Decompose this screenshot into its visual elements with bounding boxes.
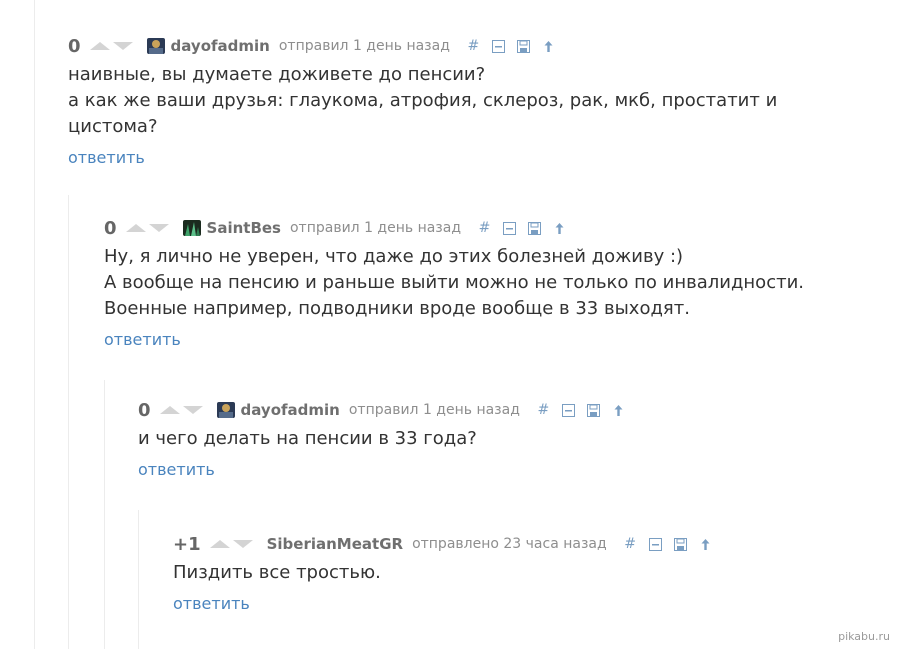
thread-line — [104, 380, 105, 649]
comment-actions: # — [536, 403, 626, 418]
save-icon[interactable] — [527, 221, 542, 236]
vote-down-icon[interactable] — [232, 540, 253, 548]
comment-author[interactable]: dayofadmin — [171, 37, 270, 55]
collapse-icon[interactable] — [502, 221, 517, 236]
hash-icon[interactable]: # — [536, 403, 551, 418]
hash-icon[interactable]: # — [466, 39, 481, 54]
comment-text: Пиздить все тростью. — [173, 562, 381, 583]
comment-posted-time: отправлено 23 часа назад — [412, 536, 607, 552]
arrow-up-icon[interactable] — [611, 403, 626, 418]
comment-actions: # — [466, 39, 556, 54]
comment-posted-time: отправил 1 день назад — [278, 38, 450, 54]
comment-author[interactable]: SiberianMeatGR — [267, 535, 403, 553]
watermark: pikabu.ru — [838, 630, 890, 643]
comment: 0 dayofadmin отправил 1 день назад # наи… — [68, 35, 868, 168]
vote-up-icon[interactable] — [209, 540, 230, 548]
thread-line — [68, 195, 69, 649]
arrow-up-icon[interactable] — [552, 221, 567, 236]
arrow-up-icon[interactable] — [698, 537, 713, 552]
comment-rating: +1 — [173, 533, 201, 555]
comment-header: 0 SaintBes отправил 1 день назад # — [104, 217, 884, 239]
comment-text: наивные, вы думаете доживете до пенсии? … — [68, 64, 778, 137]
comment-posted-time: отправил 1 день назад — [348, 402, 520, 418]
reply-link[interactable]: ответить — [104, 330, 181, 349]
vote-down-icon[interactable] — [112, 42, 133, 50]
reply-link[interactable]: ответить — [138, 460, 215, 479]
comment-header: 0 dayofadmin отправил 1 день назад # — [138, 399, 878, 421]
avatar[interactable] — [182, 220, 201, 236]
comment-text: и чего делать на пенсии в 33 года? — [138, 428, 477, 449]
collapse-icon[interactable] — [491, 39, 506, 54]
comment-actions: # — [477, 221, 567, 236]
reply-link[interactable]: ответить — [68, 148, 145, 167]
thread-line — [138, 510, 139, 649]
comment-rating: 0 — [68, 35, 81, 57]
comment: 0 SaintBes отправил 1 день назад # Ну, я… — [104, 217, 884, 350]
vote-up-icon[interactable] — [125, 224, 146, 232]
save-icon[interactable] — [516, 39, 531, 54]
comment-posted-time: отправил 1 день назад — [289, 220, 462, 236]
vote-up-icon[interactable] — [89, 42, 110, 50]
vote-up-icon[interactable] — [159, 406, 180, 414]
vote-controls — [209, 540, 253, 548]
avatar[interactable] — [216, 402, 235, 418]
comment-header: +1 SiberianMeatGR отправлено 23 часа наз… — [173, 533, 873, 555]
vote-controls — [125, 224, 169, 232]
comment-author[interactable]: dayofadmin — [241, 401, 340, 419]
arrow-up-icon[interactable] — [541, 39, 556, 54]
hash-icon[interactable]: # — [623, 537, 638, 552]
hash-icon[interactable]: # — [477, 221, 492, 236]
vote-down-icon[interactable] — [182, 406, 203, 414]
collapse-icon[interactable] — [648, 537, 663, 552]
comment-text: Ну, я лично не уверен, что даже до этих … — [104, 246, 804, 319]
thread-line — [34, 0, 35, 649]
comment: 0 dayofadmin отправил 1 день назад # и ч… — [138, 400, 878, 479]
save-icon[interactable] — [673, 537, 688, 552]
vote-controls — [89, 42, 133, 50]
comment-rating: 0 — [138, 399, 151, 421]
vote-controls — [159, 406, 203, 414]
reply-link[interactable]: ответить — [173, 594, 250, 613]
comment-author[interactable]: SaintBes — [207, 219, 281, 237]
comment-header: 0 dayofadmin отправил 1 день назад # — [68, 35, 868, 57]
avatar[interactable] — [146, 38, 165, 54]
collapse-icon[interactable] — [561, 403, 576, 418]
vote-down-icon[interactable] — [148, 224, 169, 232]
comment-rating: 0 — [104, 217, 117, 239]
comment: +1 SiberianMeatGR отправлено 23 часа наз… — [173, 534, 873, 613]
save-icon[interactable] — [586, 403, 601, 418]
comment-actions: # — [623, 537, 713, 552]
